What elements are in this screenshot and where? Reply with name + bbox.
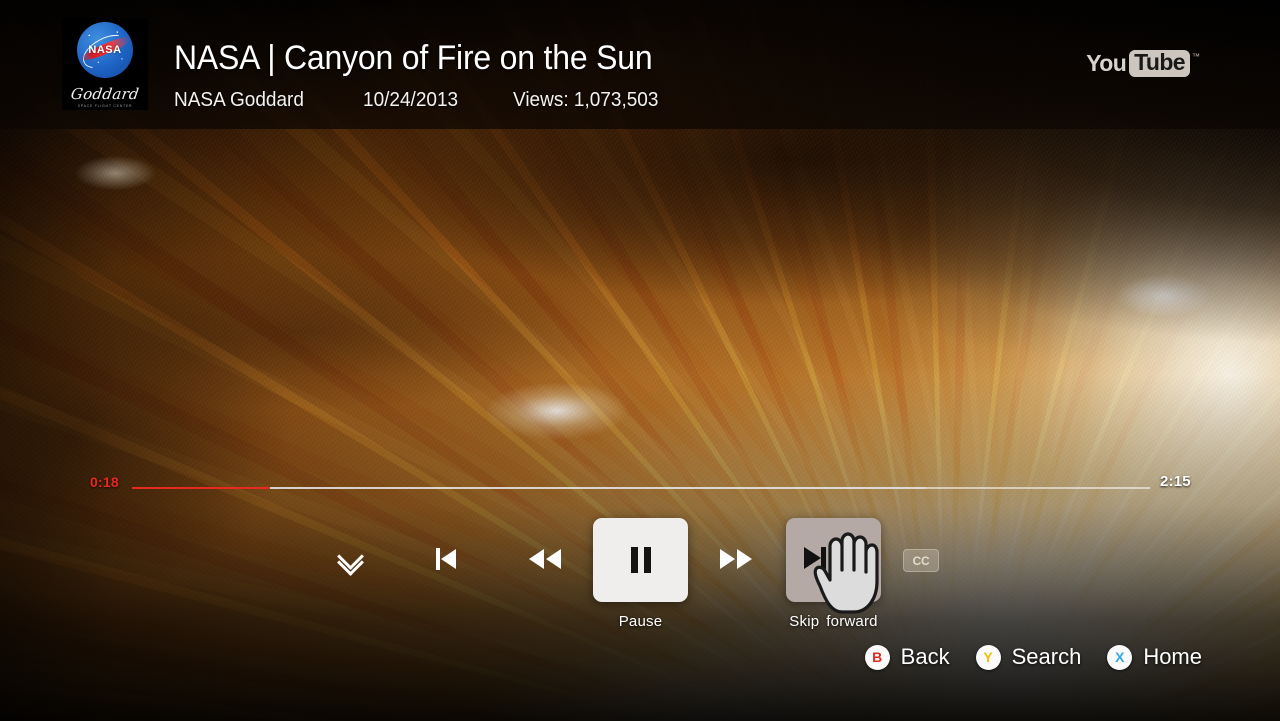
pause-icon [593,518,688,602]
video-player-screen: NASA Goddard SPACE FLIGHT CENTER NASA | … [0,0,1280,721]
nasa-meatball-icon: NASA [77,21,133,78]
button-x-icon: X [1107,644,1133,670]
skip-forward-icon [786,518,881,614]
rewind-icon [519,505,571,613]
goddard-subtitle: SPACE FLIGHT CENTER [77,103,133,108]
hint-back-label: Back [900,644,950,669]
channel-name: NASA Goddard [174,88,304,111]
goddard-wordmark: Goddard [69,84,141,103]
hint-home-label: Home [1143,644,1202,669]
cc-icon: CC [903,549,939,572]
mouse-cursor-hand-icon [813,532,879,614]
transport-controls: Pause Skip forward CC [0,505,1280,645]
current-time-label: 0:18 [90,474,119,490]
youtube-logo: You Tube ™ [1086,50,1200,77]
youtube-logo-you: You [1086,50,1127,76]
nasa-goddard-logo: NASA Goddard SPACE FLIGHT CENTER [62,17,148,110]
button-hints-bar: B Back Y Search X Home [864,644,1202,670]
logo-wordmark: NASA [88,43,122,56]
video-metadata-row: NASA Goddard 10/24/2013 Views: 1,073,503 [174,89,683,112]
chevron-double-down-icon [324,505,376,613]
skip-to-start-button[interactable] [420,505,472,613]
rewind-button[interactable] [519,505,571,613]
page-title: NASA | Canyon of Fire on the Sun [174,38,653,77]
youtube-logo-tube: Tube [1129,50,1190,77]
youtube-logo-tm: ™ [1192,52,1200,61]
pause-button-label: Pause [618,613,663,630]
view-count: Views: 1,073,503 [512,88,659,111]
upload-date: 10/24/2013 [362,88,458,111]
skip-to-start-icon [420,505,472,613]
video-info-header: NASA Goddard SPACE FLIGHT CENTER NASA | … [0,0,1280,129]
hint-search[interactable]: Y Search [975,644,1082,670]
button-b-icon: B [864,644,890,670]
button-y-icon: Y [975,644,1001,670]
seek-bar[interactable] [132,487,1150,489]
played-range [132,487,271,489]
progress-bar-row[interactable]: 0:18 2:15 [0,473,1280,500]
hint-back[interactable]: B Back [864,644,950,670]
hint-search-label: Search [1011,644,1082,669]
collapse-controls-button[interactable] [324,505,376,613]
fast-forward-button[interactable] [710,505,762,613]
fast-forward-icon [710,505,762,613]
closed-captions-button[interactable]: CC [903,505,939,572]
total-time-label: 2:15 [1160,473,1191,490]
pause-button[interactable]: Pause [593,505,688,630]
hint-home[interactable]: X Home [1107,644,1202,670]
skip-forward-button[interactable]: Skip forward [786,505,881,630]
